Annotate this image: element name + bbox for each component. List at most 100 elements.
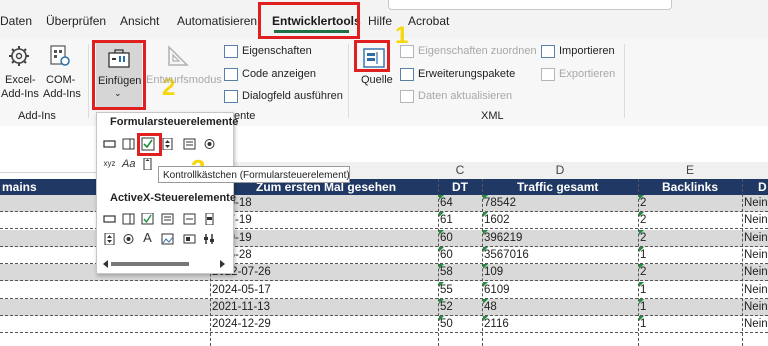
activex-textbox-icon[interactable] bbox=[183, 213, 196, 225]
header-traffic[interactable]: Traffic gesamt bbox=[517, 179, 598, 195]
more-controls-icon[interactable] bbox=[203, 233, 216, 245]
cell-border bbox=[438, 179, 439, 346]
cell-flag[interactable]: Nein bbox=[744, 212, 768, 229]
ribbon-separator bbox=[624, 44, 625, 118]
exportieren-button[interactable]: Exportieren bbox=[559, 68, 615, 80]
tab-hilfe[interactable]: Hilfe bbox=[368, 14, 392, 28]
tab-automatisieren[interactable]: Automatisieren bbox=[177, 14, 257, 28]
activex-image-icon[interactable] bbox=[161, 233, 174, 245]
cell-flag[interactable]: Nein bbox=[744, 282, 768, 299]
error-indicator-icon bbox=[483, 195, 488, 200]
cell-traffic[interactable]: 78542 bbox=[484, 195, 516, 212]
error-indicator-icon bbox=[439, 264, 444, 269]
error-indicator-icon bbox=[483, 316, 488, 321]
dialogfeld-button[interactable]: Dialogfeld ausführen bbox=[242, 90, 343, 102]
activex-label-icon[interactable]: A bbox=[141, 231, 154, 244]
cell-flag[interactable]: Nein bbox=[744, 230, 768, 247]
label-control-icon[interactable]: Aa bbox=[122, 158, 135, 170]
ribbon-separator bbox=[88, 44, 89, 118]
list-box-icon[interactable] bbox=[183, 138, 196, 150]
dropdown-scrollbar[interactable] bbox=[103, 259, 225, 268]
ribbon-separator bbox=[348, 44, 349, 118]
form-controls-title: Formularsteuerelemente bbox=[110, 116, 239, 128]
highlight-box-entwicklertools bbox=[258, 2, 360, 39]
scroll-bar-icon[interactable] bbox=[141, 157, 154, 171]
ribbon-tab-bar: Daten Überprüfen Ansicht Automatisieren … bbox=[0, 0, 768, 38]
cell-flag[interactable]: Nein bbox=[744, 264, 768, 281]
highlight-box-checkbox bbox=[137, 133, 162, 156]
activex-button-icon[interactable] bbox=[103, 213, 116, 225]
dialog-icon bbox=[224, 90, 238, 103]
table-row[interactable]: 2024-12-29 50 2116 1 Nein bbox=[0, 316, 768, 333]
cell-date[interactable]: 2021-11-13 bbox=[212, 299, 270, 316]
tab-acrobat[interactable]: Acrobat bbox=[408, 14, 449, 28]
cell-traffic[interactable]: 396219 bbox=[484, 230, 522, 247]
error-indicator-icon bbox=[483, 230, 488, 235]
excel-addins-label-1[interactable]: Excel- bbox=[5, 74, 36, 86]
error-indicator-icon bbox=[639, 316, 644, 321]
activex-spin-icon[interactable] bbox=[103, 232, 116, 246]
error-indicator-icon bbox=[483, 247, 488, 252]
importieren-button[interactable]: Importieren bbox=[559, 45, 615, 57]
header-partial[interactable]: D bbox=[758, 179, 767, 195]
activex-toggle-icon[interactable] bbox=[183, 233, 196, 245]
button-control-icon[interactable] bbox=[103, 138, 116, 150]
header-dt[interactable]: DT bbox=[452, 179, 468, 195]
annotation-number-1: 1 bbox=[395, 22, 409, 49]
error-indicator-icon bbox=[439, 282, 444, 287]
highlight-box-quelle-area bbox=[354, 40, 390, 72]
spin-button-icon[interactable] bbox=[161, 137, 174, 151]
tab-ueberpruefen[interactable]: Überprüfen bbox=[46, 14, 106, 28]
cell-flag[interactable]: Nein bbox=[744, 316, 768, 333]
quelle-button[interactable]: Quelle bbox=[361, 74, 393, 86]
cell-date[interactable]: 2024-12-29 bbox=[212, 316, 271, 333]
code-anzeigen-button[interactable]: Code anzeigen bbox=[242, 68, 316, 80]
eigenschaften-button[interactable]: Eigenschaften bbox=[242, 45, 312, 57]
combo-box-icon[interactable] bbox=[122, 138, 135, 150]
xml-group-label: XML bbox=[481, 110, 504, 122]
controls-dropdown: Formularsteuerelemente xyz Aa ActiveX-St… bbox=[96, 112, 238, 274]
activex-controls-title: ActiveX-Steuerelemente bbox=[110, 192, 236, 204]
header-backlinks[interactable]: Backlinks bbox=[662, 179, 718, 195]
error-indicator-icon bbox=[439, 195, 444, 200]
cell-date[interactable]: 2024-05-17 bbox=[212, 282, 271, 299]
activex-scrollbar-icon[interactable] bbox=[203, 212, 216, 226]
com-addins-label-1[interactable]: COM- bbox=[46, 74, 75, 86]
error-indicator-icon bbox=[639, 264, 644, 269]
cell-flag[interactable]: Nein bbox=[744, 195, 768, 212]
column-header-f[interactable] bbox=[742, 162, 768, 180]
cell-border bbox=[482, 179, 483, 346]
error-indicator-icon bbox=[639, 230, 644, 235]
table-row[interactable]: 2021-11-13 52 48 1 Nein bbox=[0, 299, 768, 316]
excel-addins-label-2[interactable]: Add-Ins bbox=[1, 88, 39, 100]
search-box[interactable] bbox=[388, 0, 672, 10]
activex-list-icon[interactable] bbox=[161, 213, 174, 225]
header-domains[interactable]: mains bbox=[2, 179, 37, 195]
option-button-icon[interactable] bbox=[203, 138, 216, 150]
ruler-triangle-icon bbox=[166, 44, 190, 68]
daten-aktualisieren-button[interactable]: Daten aktualisieren bbox=[418, 90, 512, 102]
cell-flag[interactable]: Nein bbox=[744, 247, 768, 264]
error-indicator-icon bbox=[439, 247, 444, 252]
activex-checkbox-icon[interactable] bbox=[141, 212, 154, 225]
tab-ansicht[interactable]: Ansicht bbox=[120, 14, 159, 28]
error-indicator-icon bbox=[439, 316, 444, 321]
eigenschaften-zuordnen-button[interactable]: Eigenschaften zuordnen bbox=[418, 45, 537, 57]
column-header-c[interactable]: C bbox=[438, 162, 482, 180]
column-header-d[interactable]: D bbox=[482, 162, 638, 180]
error-indicator-icon bbox=[483, 299, 488, 304]
error-indicator-icon bbox=[483, 282, 488, 287]
entwurfsmodus-label[interactable]: Entwurfsmodus bbox=[146, 74, 222, 86]
erweiterungspakete-button[interactable]: Erweiterungspakete bbox=[418, 68, 515, 80]
com-addins-label-2[interactable]: Add-Ins bbox=[43, 88, 81, 100]
group-box-icon[interactable]: xyz bbox=[103, 158, 116, 170]
cell-flag[interactable]: Nein bbox=[744, 299, 768, 316]
activex-option-icon[interactable] bbox=[122, 233, 135, 245]
activex-combo-icon[interactable] bbox=[122, 213, 135, 225]
cell-traffic[interactable]: 3567016 bbox=[484, 247, 529, 264]
cell-border bbox=[742, 179, 743, 346]
tab-daten[interactable]: Daten bbox=[0, 14, 32, 28]
column-header-e[interactable]: E bbox=[638, 162, 742, 180]
table-row[interactable]: 2024-05-17 55 6109 1 Nein bbox=[0, 282, 768, 299]
properties-icon bbox=[224, 45, 238, 58]
